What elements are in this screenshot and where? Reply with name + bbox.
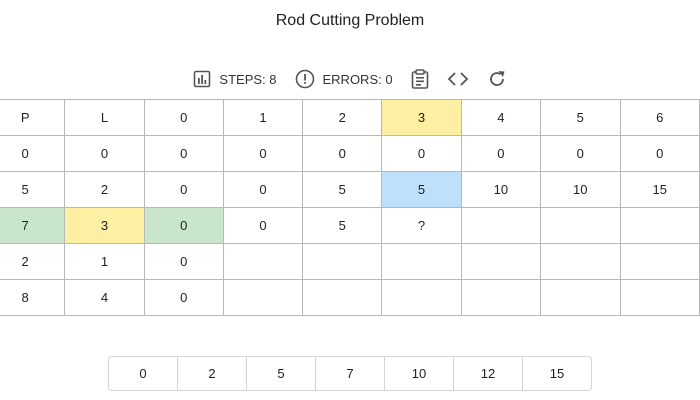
header-cell: L (64, 99, 145, 136)
table-row: 8 4 0 (0, 279, 700, 316)
steps-indicator: STEPS: 8 (193, 70, 277, 88)
table-cell (619, 207, 700, 244)
dp-table-container: P L 0 1 2 3 4 5 6 0 0 0 0 0 0 0 0 0 5 2 … (0, 99, 700, 316)
table-cell (540, 279, 621, 316)
table-cell: 0 (540, 135, 621, 172)
header-cell: 2 (302, 99, 383, 136)
table-cell: 0 (222, 207, 304, 244)
table-cell (460, 279, 542, 316)
table-cell-current-piece-length: 3 (64, 207, 145, 244)
errors-count: ERRORS: 0 (322, 71, 393, 87)
table-cell: 1 (64, 243, 145, 280)
answer-button[interactable]: 0 (109, 357, 178, 390)
table-cell: 10 (540, 171, 621, 208)
bar-chart-icon (193, 70, 211, 88)
header-cell: 4 (460, 99, 542, 136)
errors-indicator: ERRORS: 0 (295, 69, 393, 89)
answer-button[interactable]: 10 (385, 357, 454, 390)
table-cell (619, 279, 700, 316)
table-cell: 0 (222, 135, 304, 172)
table-row: 0 0 0 0 0 0 0 0 0 (0, 135, 700, 172)
dp-table: P L 0 1 2 3 4 5 6 0 0 0 0 0 0 0 0 0 5 2 … (0, 99, 700, 316)
refresh-button[interactable] (487, 69, 507, 89)
table-cell: 0 (143, 135, 224, 172)
table-cell (222, 243, 304, 280)
table-cell (540, 207, 621, 244)
table-cell (302, 279, 383, 316)
table-header-row: P L 0 1 2 3 4 5 6 (0, 99, 700, 136)
header-cell-current-length: 3 (381, 99, 462, 136)
table-cell: 0 (143, 279, 224, 316)
table-cell-reference: 0 (143, 207, 224, 244)
table-row: 5 2 0 0 5 5 10 10 15 (0, 171, 700, 208)
refresh-icon (487, 69, 507, 89)
table-cell: 2 (0, 243, 66, 280)
table-cell: 0 (619, 135, 700, 172)
table-cell: 5 (302, 207, 383, 244)
toolbar: STEPS: 8 ERRORS: 0 (0, 66, 700, 92)
table-cell: 0 (64, 135, 145, 172)
answer-button[interactable]: 15 (523, 357, 591, 390)
header-cell: P (0, 99, 66, 136)
table-cell-current-price: 7 (0, 207, 66, 244)
table-cell (381, 243, 462, 280)
header-cell: 1 (222, 99, 304, 136)
code-icon (447, 70, 469, 88)
table-cell: 5 (0, 171, 66, 208)
table-cell: 0 (222, 171, 304, 208)
table-cell: 0 (302, 135, 383, 172)
table-cell: 15 (619, 171, 700, 208)
answer-button[interactable]: 2 (178, 357, 247, 390)
table-cell-question: ? (381, 207, 462, 244)
table-cell: 2 (64, 171, 145, 208)
answer-options: 0 2 5 7 10 12 15 (108, 356, 592, 391)
table-cell (222, 279, 304, 316)
alert-circle-icon (295, 69, 315, 89)
table-row-current: 7 3 0 0 5 ? (0, 207, 700, 244)
table-cell (302, 243, 383, 280)
table-cell-reference: 5 (381, 171, 462, 208)
table-cell: 0 (381, 135, 462, 172)
clipboard-icon (411, 69, 429, 89)
answer-button[interactable]: 5 (247, 357, 316, 390)
header-cell: 0 (143, 99, 224, 136)
table-cell: 0 (143, 171, 224, 208)
header-cell: 6 (619, 99, 700, 136)
table-cell (619, 243, 700, 280)
table-cell: 0 (460, 135, 542, 172)
table-cell (381, 279, 462, 316)
table-cell: 5 (302, 171, 383, 208)
table-cell: 0 (143, 243, 224, 280)
table-cell (540, 243, 621, 280)
table-cell: 8 (0, 279, 66, 316)
table-cell (460, 207, 542, 244)
table-cell (460, 243, 542, 280)
rod-cutting-app: Rod Cutting Problem STEPS: 8 ERRORS: 0 P… (0, 0, 700, 400)
clipboard-button[interactable] (411, 69, 429, 89)
header-cell: 5 (540, 99, 621, 136)
code-button[interactable] (447, 70, 469, 88)
steps-count: STEPS: 8 (219, 71, 277, 87)
table-cell: 0 (0, 135, 66, 172)
page-title: Rod Cutting Problem (275, 12, 425, 29)
table-cell: 10 (460, 171, 542, 208)
table-row: 2 1 0 (0, 243, 700, 280)
table-cell: 4 (64, 279, 145, 316)
answer-button[interactable]: 7 (316, 357, 385, 390)
answer-button[interactable]: 12 (454, 357, 523, 390)
